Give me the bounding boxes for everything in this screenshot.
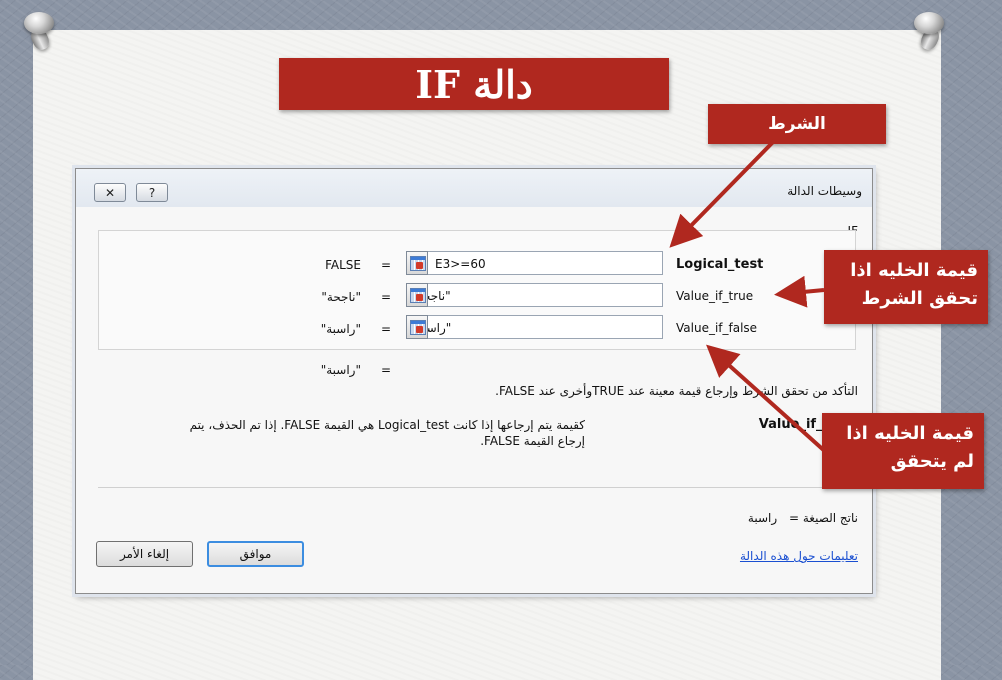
range-select-icon[interactable] bbox=[406, 283, 428, 307]
cancel-button[interactable]: إلغاء الأمر bbox=[96, 541, 193, 567]
callout-true-line1: قيمة الخليه اذا bbox=[850, 260, 978, 281]
value-if-true-input[interactable]: "ناجحة" bbox=[406, 283, 663, 307]
equals-sign: = bbox=[381, 290, 392, 304]
arg-help-text-line2: إرجاع القيمة FALSE. bbox=[480, 434, 585, 448]
callout-false-value: قيمة الخليه اذا لم يتحقق bbox=[822, 413, 984, 489]
arg-result-value-if-false: "راسبة" bbox=[320, 322, 361, 336]
pushpin-right-icon bbox=[910, 12, 950, 53]
range-select-icon[interactable] bbox=[406, 315, 428, 339]
function-description: التأكد من تحقق الشرط وإرجاع قيمة معينة ع… bbox=[495, 384, 858, 398]
value-if-false-input[interactable]: "راسبة" bbox=[406, 315, 663, 339]
value-if-false-label: Value_if_false bbox=[676, 321, 758, 335]
function-arguments-dialog: ✕ ? وسيطات الدالة IF FALSE = E3>=60 Logi… bbox=[75, 168, 873, 594]
callout-false-line2: لم يتحقق bbox=[890, 451, 974, 472]
divider bbox=[98, 487, 850, 488]
function-help-link[interactable]: تعليمات حول هذه الدالة bbox=[740, 549, 858, 563]
callout-true-line2: تحقق الشرط bbox=[861, 288, 978, 309]
arg-result-logical-test: FALSE bbox=[325, 258, 361, 272]
pushpin-left-icon bbox=[20, 12, 60, 53]
formula-result-row: ناتج الصيغة = راسبة bbox=[748, 511, 858, 525]
dialog-title: وسيطات الدالة bbox=[787, 184, 862, 198]
arg-help-text-line1: كقيمة يتم إرجاعها إذا كانت Logical_test … bbox=[189, 418, 585, 432]
formula-result-value: راسبة bbox=[747, 511, 778, 525]
logical-test-input[interactable]: E3>=60 bbox=[406, 251, 663, 275]
equals-sign: = bbox=[381, 258, 392, 272]
callout-condition: الشرط bbox=[708, 104, 886, 144]
logical-test-label: Logical_test bbox=[676, 257, 764, 272]
help-icon[interactable]: ? bbox=[136, 183, 168, 202]
formula-result-label: ناتج الصيغة = bbox=[788, 511, 858, 525]
range-select-icon[interactable] bbox=[406, 251, 428, 275]
close-icon[interactable]: ✕ bbox=[94, 183, 126, 202]
dialog-titlebar: ✕ ? وسيطات الدالة bbox=[76, 169, 872, 207]
ok-button[interactable]: موافق bbox=[207, 541, 304, 567]
equals-sign: = bbox=[381, 363, 392, 377]
equals-sign: = bbox=[381, 322, 392, 336]
value-if-true-label: Value_if_true bbox=[676, 289, 754, 303]
callout-false-line1: قيمة الخليه اذا bbox=[846, 423, 974, 444]
formula-preview-value: "راسبة" bbox=[320, 363, 361, 377]
callout-true-value: قيمة الخليه اذا تحقق الشرط bbox=[824, 250, 988, 324]
slide-title: دالة IF bbox=[279, 58, 669, 110]
arg-help-text: كقيمة يتم إرجاعها إذا كانت Logical_test … bbox=[110, 417, 585, 449]
arg-result-value-if-true: "ناجحة" bbox=[321, 290, 361, 304]
